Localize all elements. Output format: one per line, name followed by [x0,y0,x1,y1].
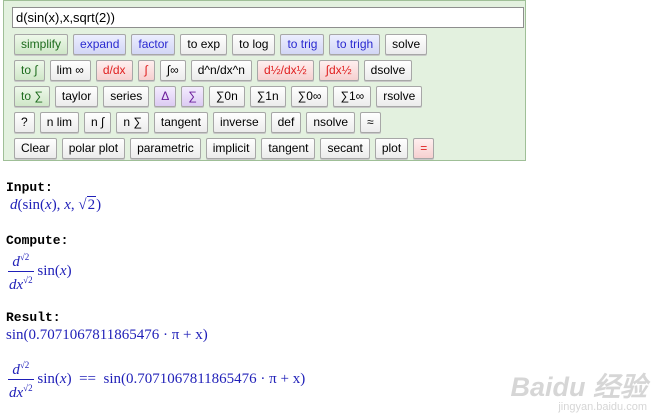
button-row-1: simplify expand factor to exp to log to … [14,34,428,55]
parametric-button[interactable]: parametric [130,138,201,159]
taylor-button[interactable]: taylor [54,86,99,107]
delta-button[interactable]: Δ [154,86,177,107]
sum-1-n-button[interactable]: ∑1n [249,86,286,107]
tangent-plot-button[interactable]: tangent [261,138,316,159]
n-integral-button[interactable]: n ∫ [84,112,112,133]
series-button[interactable]: series [103,86,150,107]
equality-expression: d√2 dx√2 sin(x) == sin(0.707106781186547… [8,360,306,401]
clear-button[interactable]: Clear [14,138,57,159]
input-expression: d(sin(x), x, √2) [10,196,102,213]
compute-label: Compute: [6,233,69,248]
approx-button[interactable]: ≈ [360,112,381,133]
button-row-2: to ∫ lim ∞ d/dx ∫ ∫∞ d^n/dx^n d½/dx½ ∫dx… [14,60,413,81]
plot-button[interactable]: plot [374,138,409,159]
sum-0-inf-button[interactable]: ∑0∞ [290,86,329,107]
secant-button[interactable]: secant [320,138,370,159]
implicit-button[interactable]: implicit [205,138,257,159]
result-section: Result: sin(0.7071067811865476 · π + x) [6,310,208,344]
n-lim-button[interactable]: n lim [39,112,80,133]
to-integral-button[interactable]: to ∫ [14,60,45,81]
to-exp-button[interactable]: to exp [180,34,228,55]
result-label: Result: [6,310,61,325]
inverse-button[interactable]: inverse [212,112,266,133]
def-button[interactable]: def [270,112,302,133]
command-panel: simplify expand factor to exp to log to … [3,0,526,161]
n-sum-button[interactable]: n ∑ [116,112,149,133]
integral-button[interactable]: ∫ [137,60,155,81]
equals-button[interactable]: = [413,138,435,159]
factor-button[interactable]: factor [131,34,176,55]
equality-section: d√2 dx√2 sin(x) == sin(0.707106781186547… [6,358,305,401]
button-row-4: ? n lim n ∫ n ∑ tangent inverse def nsol… [14,112,381,133]
input-section: Input: d(sin(x), x, √2) [6,180,101,214]
to-trig-button[interactable]: to trig [280,34,325,55]
derivative-fraction: d√2 dx√2 [8,252,34,293]
dsolve-button[interactable]: dsolve [363,60,413,81]
half-integral-button[interactable]: ∫dx½ [318,60,359,81]
button-row-3: to ∑ taylor series Δ ∑ ∑0n ∑1n ∑0∞ ∑1∞ r… [14,86,423,107]
help-button[interactable]: ? [14,112,35,133]
integral-infinity-button[interactable]: ∫∞ [159,60,186,81]
to-trigh-button[interactable]: to trigh [329,34,381,55]
nth-derivative-button[interactable]: d^n/dx^n [190,60,252,81]
to-log-button[interactable]: to log [232,34,276,55]
result-expression: sin(0.7071067811865476 · π + x) [6,327,208,343]
sum-0-n-button[interactable]: ∑0n [208,86,245,107]
sum-1-inf-button[interactable]: ∑1∞ [333,86,372,107]
simplify-button[interactable]: simplify [14,34,69,55]
input-label: Input: [6,180,53,195]
sum-button[interactable]: ∑ [181,86,204,107]
rsolve-button[interactable]: rsolve [376,86,423,107]
baidu-watermark: Baidu 经验 jingyan.baidu.com [510,372,647,413]
derivative-button[interactable]: d/dx [95,60,133,81]
expression-input[interactable] [12,7,524,28]
half-derivative-button[interactable]: d½/dx½ [256,60,314,81]
nsolve-button[interactable]: nsolve [306,112,355,133]
derivative-fraction: d√2 dx√2 [8,360,34,401]
limit-infinity-button[interactable]: lim ∞ [49,60,91,81]
compute-section: Compute: d√2 dx√2 sin(x) [6,233,72,293]
compute-expression: d√2 dx√2 sin(x) [8,252,72,293]
to-sum-button[interactable]: to ∑ [14,86,50,107]
expand-button[interactable]: expand [73,34,127,55]
polar-plot-button[interactable]: polar plot [61,138,126,159]
button-row-5: Clear polar plot parametric implicit tan… [14,138,435,159]
tangent-button[interactable]: tangent [153,112,208,133]
solve-button[interactable]: solve [385,34,428,55]
